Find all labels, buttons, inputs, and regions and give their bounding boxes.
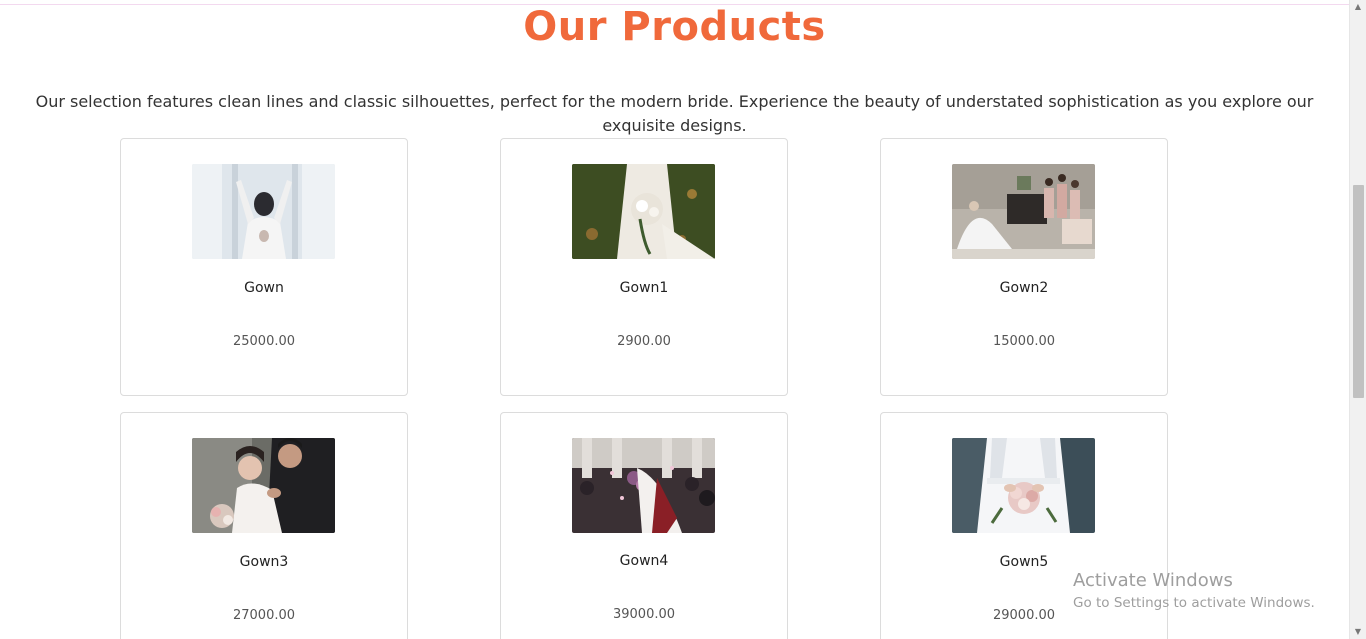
scrollbar-thumb[interactable]: [1353, 185, 1364, 398]
product-name[interactable]: Gown2: [881, 280, 1167, 296]
product-card-gown3[interactable]: Gown3 27000.00: [120, 412, 408, 639]
watermark-title: Activate Windows: [1073, 570, 1233, 591]
product-card-gown[interactable]: Gown 25000.00: [120, 138, 408, 396]
scroll-up-icon[interactable]: ▲: [1350, 0, 1366, 14]
product-price: 2900.00: [617, 334, 671, 349]
product-image[interactable]: [572, 164, 715, 259]
product-image[interactable]: [952, 164, 1095, 259]
page-scrollbar[interactable]: ▲ ▼: [1349, 0, 1366, 639]
intro-text: Our selection features clean lines and c…: [35, 92, 1314, 135]
product-name[interactable]: Gown1: [501, 280, 787, 296]
product-name[interactable]: Gown: [121, 280, 407, 296]
product-price: 27000.00: [232, 608, 296, 623]
activation-watermark: Activate Windows Go to Settings to activ…: [1073, 570, 1315, 611]
product-image[interactable]: [952, 438, 1095, 533]
scroll-down-icon[interactable]: ▼: [1350, 625, 1366, 639]
product-card-gown2[interactable]: Gown2 15000.00: [880, 138, 1168, 396]
product-image[interactable]: [192, 164, 335, 259]
product-image[interactable]: [572, 438, 715, 533]
product-price: 25000.00: [232, 334, 296, 349]
product-name[interactable]: Gown4: [501, 553, 787, 569]
product-card-gown1[interactable]: Gown1 2900.00: [500, 138, 788, 396]
product-image[interactable]: [192, 438, 335, 533]
product-price: 15000.00: [992, 334, 1056, 349]
product-card-gown4[interactable]: Gown4 39000.00: [500, 412, 788, 639]
page-title: Our Products: [523, 4, 826, 50]
product-name[interactable]: Gown5: [881, 554, 1167, 570]
watermark-subtitle: Go to Settings to activate Windows.: [1073, 595, 1315, 611]
product-name[interactable]: Gown3: [121, 554, 407, 570]
product-price: 39000.00: [612, 607, 676, 622]
